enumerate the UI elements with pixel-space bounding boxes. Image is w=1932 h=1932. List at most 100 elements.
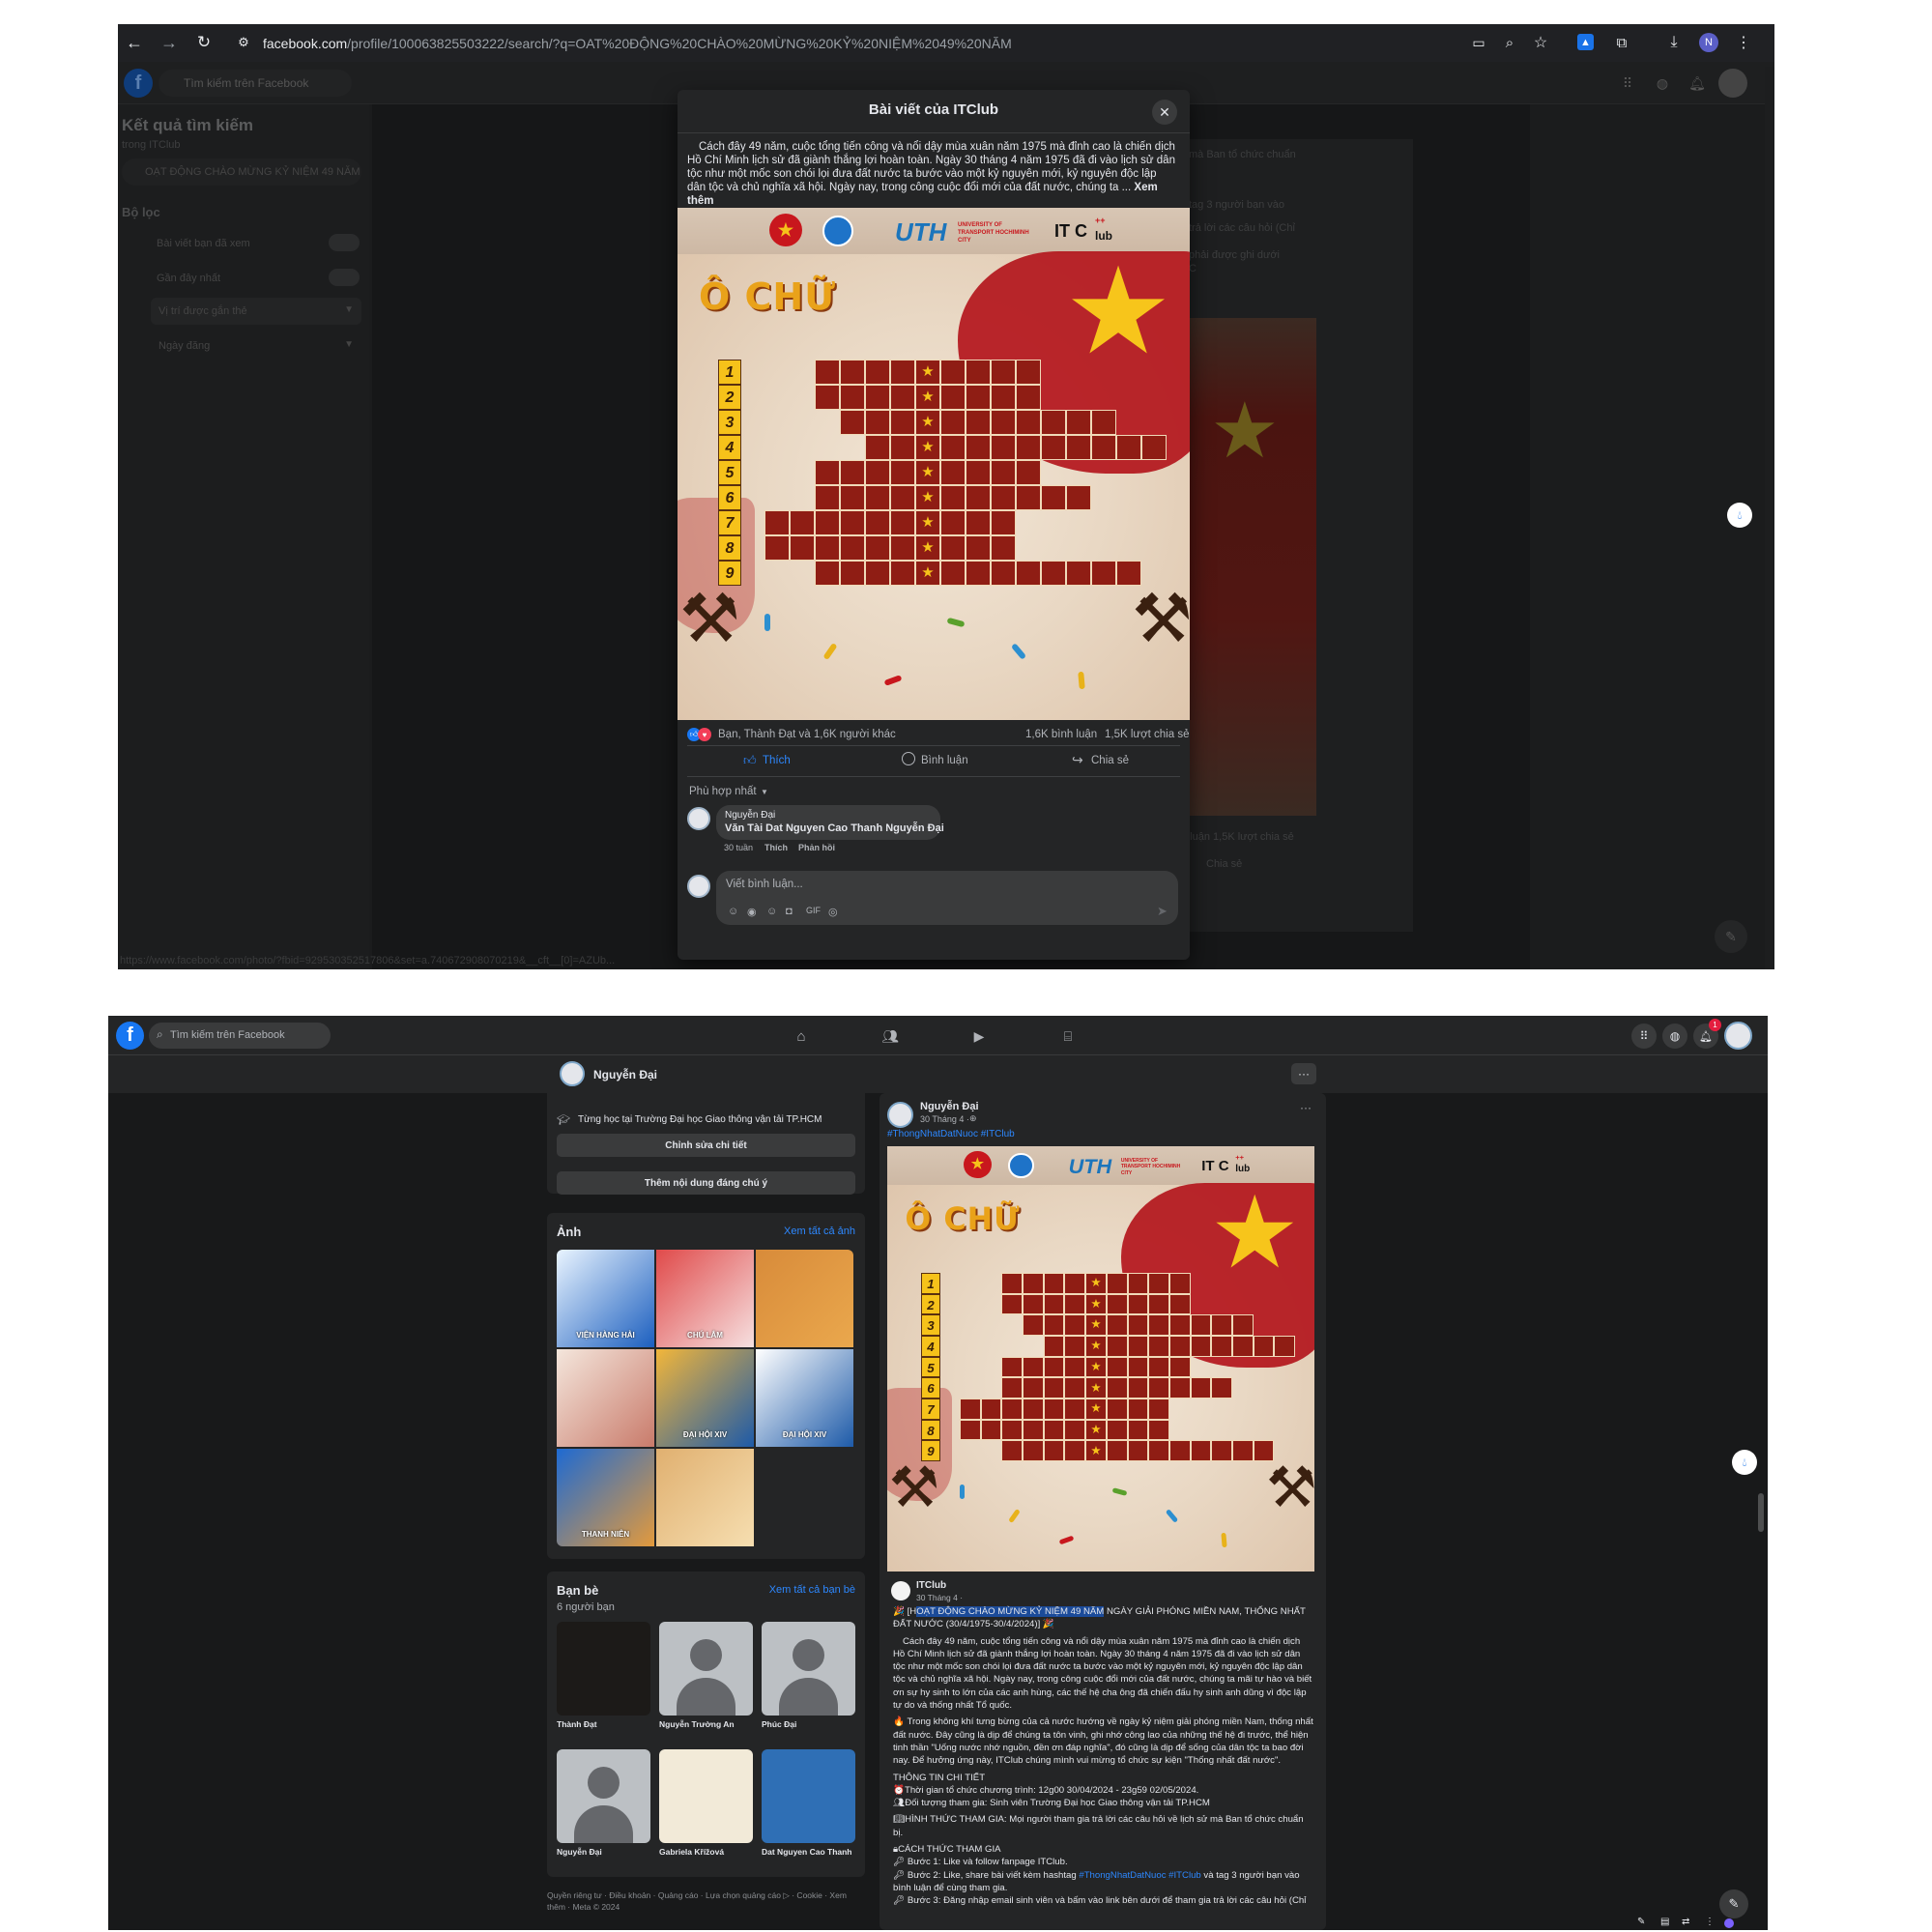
- search-input[interactable]: ⌕ Tìm kiếm trên Facebook: [149, 1023, 331, 1049]
- facebook-logo-icon[interactable]: f: [116, 1022, 144, 1050]
- friend-tile[interactable]: Nguyễn Đại: [557, 1749, 650, 1865]
- my-avatar[interactable]: [687, 875, 710, 898]
- comment-author[interactable]: Nguyễn Đại: [725, 810, 775, 821]
- post-time[interactable]: 30 Tháng 4 ·: [920, 1114, 969, 1124]
- footer-links[interactable]: Quyền riêng tư · Điều khoản · Quảng cáo …: [547, 1889, 865, 1913]
- friend-photo[interactable]: [659, 1749, 753, 1843]
- floating-extension-icon[interactable]: 💧︎: [1727, 503, 1752, 528]
- scrollbar[interactable]: [1765, 67, 1774, 969]
- comment-sort[interactable]: Phù hợp nhất ▼: [689, 782, 768, 797]
- photo-thumbnail[interactable]: CHÚ LẮM: [656, 1250, 754, 1347]
- edit-details-button[interactable]: Chỉnh sửa chi tiết: [557, 1134, 855, 1157]
- assistant-icon[interactable]: [1724, 1918, 1734, 1928]
- shares-count[interactable]: 1,5K lượt chia sẻ: [1105, 729, 1189, 740]
- comments-count[interactable]: 1,6K bình luận: [1025, 729, 1097, 740]
- messenger-icon[interactable]: ◍: [1662, 1024, 1687, 1049]
- friend-name[interactable]: Nguyễn Trường An: [659, 1719, 735, 1729]
- post-image[interactable]: ★ ★ UTH UNIVERSITY OF TRANSPORT HOCHIMINH C…: [678, 208, 1190, 720]
- author-avatar[interactable]: [887, 1102, 913, 1128]
- itclub-avatar[interactable]: [891, 1581, 910, 1600]
- gif-icon[interactable]: GIF: [806, 906, 821, 915]
- floating-extension-icon[interactable]: 💧︎: [1732, 1450, 1757, 1475]
- photo-thumbnail[interactable]: [656, 1449, 754, 1546]
- friend-tile[interactable]: Thành Đạt: [557, 1622, 650, 1738]
- new-message-icon[interactable]: ✎: [1719, 1889, 1748, 1918]
- bookmark-star-icon[interactable]: ☆: [1531, 33, 1550, 52]
- friend-name[interactable]: Thành Đạt: [557, 1719, 597, 1729]
- puzzle-icon[interactable]: ⧉: [1612, 33, 1631, 52]
- shared-time[interactable]: 30 Tháng 4 ·: [916, 1593, 963, 1602]
- photo-thumbnail[interactable]: VIỆN HÀNG HẢI: [557, 1250, 654, 1347]
- emoji-icon[interactable]: ☺: [766, 906, 777, 917]
- write-comment-input[interactable]: Viết bình luận...: [726, 879, 803, 890]
- friend-name[interactable]: Nguyễn Đại: [557, 1847, 602, 1857]
- see-all-friends-link[interactable]: Xem tất cả bạn bè: [769, 1584, 855, 1596]
- friend-tile[interactable]: Phúc Đại: [762, 1622, 855, 1738]
- scrollbar[interactable]: [1758, 1493, 1764, 1532]
- search-input[interactable]: Tìm kiếm trên Facebook: [159, 70, 352, 97]
- video-icon[interactable]: ▶: [968, 1025, 990, 1047]
- friend-name[interactable]: Gabriela Křížová: [659, 1847, 724, 1857]
- friend-tile[interactable]: Gabriela Křížová: [659, 1749, 753, 1865]
- select-tagged-location[interactable]: Vị trí được gắn thẻ ▼: [151, 298, 361, 325]
- friend-photo[interactable]: [762, 1622, 855, 1716]
- reactions-summary[interactable]: Bạn, Thành Đạt và 1,6K người khác: [718, 729, 896, 740]
- avatar-sticker-icon[interactable]: ☺: [728, 906, 738, 917]
- friends-icon[interactable]: 👥︎: [879, 1025, 901, 1047]
- extension-icon[interactable]: ▲: [1577, 34, 1594, 50]
- friend-name[interactable]: Phúc Đại: [762, 1719, 796, 1729]
- facebook-logo-icon[interactable]: f: [124, 69, 153, 98]
- photo-thumbnail[interactable]: THANH NIÊN: [557, 1449, 654, 1546]
- pen-icon[interactable]: ✎: [1637, 1917, 1645, 1927]
- post-author[interactable]: Nguyễn Đại: [920, 1101, 979, 1112]
- apps-grid-icon[interactable]: ⠿: [1631, 1024, 1657, 1049]
- kebab-menu-icon[interactable]: ⋮: [1734, 33, 1753, 52]
- friend-tile[interactable]: Dat Nguyen Cao Thanh: [762, 1749, 855, 1865]
- commenter-avatar[interactable]: [687, 807, 710, 830]
- comment-like-link[interactable]: Thích: [764, 843, 788, 852]
- photo-thumbnail[interactable]: [557, 1349, 654, 1447]
- zoom-icon[interactable]: ⌕: [1500, 33, 1519, 52]
- profile-name[interactable]: Nguyễn Đại: [593, 1068, 657, 1081]
- avatar[interactable]: [1718, 69, 1747, 98]
- shared-author[interactable]: ITClub: [916, 1580, 946, 1591]
- send-icon[interactable]: ➤: [1157, 904, 1168, 919]
- see-all-photos-link[interactable]: Xem tất cả ảnh: [784, 1226, 855, 1237]
- messenger-icon[interactable]: ◍: [1651, 72, 1674, 95]
- download-icon[interactable]: ⤓: [1664, 33, 1684, 52]
- address-bar[interactable]: ⚙ facebook.com/profile/100063825503222/s…: [230, 29, 1583, 57]
- post-hashtags[interactable]: #ThongNhatDatNuoc #ITClub: [887, 1129, 1015, 1139]
- sticker-face-icon[interactable]: ◎: [828, 906, 838, 918]
- new-message-icon[interactable]: ✎: [1715, 920, 1747, 953]
- toggle-seen[interactable]: [329, 234, 360, 251]
- comment-button[interactable]: Bình luận: [898, 750, 995, 773]
- write-comment-box[interactable]: Viết bình luận... ☺ ◉ ☺ ◘ GIF ◎ ➤: [716, 871, 1178, 925]
- friend-photo[interactable]: [659, 1622, 753, 1716]
- friend-photo[interactable]: [557, 1622, 650, 1716]
- close-icon[interactable]: ✕: [1152, 100, 1177, 125]
- notification-bell-icon[interactable]: 🔔︎: [1686, 72, 1709, 95]
- camera-icon[interactable]: ◘: [786, 906, 793, 917]
- avatar[interactable]: [1724, 1022, 1752, 1050]
- select-post-date[interactable]: Ngày đăng ▼: [151, 332, 361, 360]
- step-2-hashtags[interactable]: #ThongNhatDatNuoc #ITClub: [1079, 1870, 1200, 1881]
- friend-name[interactable]: Dat Nguyen Cao Thanh: [762, 1847, 852, 1857]
- post-menu-icon[interactable]: ···: [1295, 1099, 1316, 1116]
- home-icon[interactable]: ⌂: [791, 1025, 812, 1047]
- comment-reply-link[interactable]: Phản hồi: [798, 843, 835, 852]
- post-image[interactable]: ★ ★ UTH UNIVERSITY OF TRANSPORT HOCHIMINH C…: [887, 1146, 1314, 1572]
- forward-icon[interactable]: →: [159, 32, 180, 53]
- share-button[interactable]: ↪ Chia sẻ: [1068, 750, 1165, 773]
- friend-tile[interactable]: Nguyễn Trường An: [659, 1622, 753, 1738]
- photo-thumbnail[interactable]: ĐẠI HỘI XIV: [656, 1349, 754, 1447]
- site-info-icon[interactable]: ⚙: [234, 33, 253, 52]
- more-icon[interactable]: ⋮: [1705, 1917, 1715, 1927]
- reload-icon[interactable]: ↻: [193, 32, 215, 53]
- marketplace-icon[interactable]: ⌸: [1057, 1025, 1079, 1047]
- sidebar-query-input[interactable]: OẠT ĐỘNG CHÀO MỪNG KỶ NIỆM 49 NĂM: [122, 159, 361, 186]
- friend-photo[interactable]: [762, 1749, 855, 1843]
- more-options-icon[interactable]: ···: [1291, 1063, 1316, 1084]
- like-button[interactable]: 👍︎ Thích: [735, 750, 832, 773]
- photo-thumbnail[interactable]: [756, 1250, 853, 1347]
- back-icon[interactable]: ←: [124, 32, 145, 53]
